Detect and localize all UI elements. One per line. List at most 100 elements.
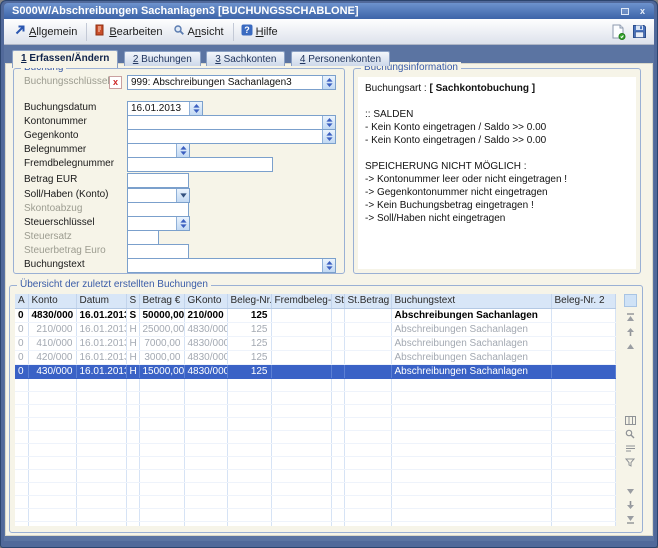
cell-datum (76, 430, 126, 443)
grid-view-icon[interactable] (624, 414, 637, 426)
scroll-bottom-icon[interactable] (624, 513, 637, 525)
column-header-stbetrag[interactable]: St.Betrag € (344, 294, 391, 308)
column-header-s[interactable]: S (126, 294, 139, 308)
betrag-input[interactable] (127, 173, 189, 188)
column-header-beleg2[interactable]: Beleg-Nr. 2 (551, 294, 616, 308)
menu-allgemein[interactable]: Allgemein (10, 22, 83, 41)
tab-personenkonten[interactable]: 4 Personenkonten (291, 51, 390, 66)
search-icon[interactable] (624, 428, 637, 440)
spinner-icon[interactable] (322, 259, 335, 272)
spinner-icon[interactable] (322, 130, 335, 143)
gegenkonto-combobox[interactable] (127, 129, 336, 144)
cell-a (15, 443, 28, 456)
cell-beleg2 (551, 508, 616, 521)
table-row[interactable] (15, 417, 616, 430)
buchungsdatum-input[interactable]: 16.01.2013 (127, 101, 203, 116)
belegnummer-input[interactable] (127, 143, 190, 158)
row-up-icon[interactable] (624, 340, 637, 352)
skontoabzug-input[interactable] (127, 202, 189, 217)
bookings-table-body: 04830/00016.01.2013S50000,00210/000125Ab… (15, 308, 616, 526)
column-header-betrag[interactable]: Betrag € (139, 294, 184, 308)
spinner-icon[interactable] (176, 217, 189, 230)
spinner-icon[interactable] (176, 144, 189, 157)
table-row[interactable] (15, 482, 616, 495)
steuerschluessel-input[interactable] (127, 216, 190, 231)
table-row[interactable] (15, 456, 616, 469)
cell-fremdbeleg (271, 508, 331, 521)
column-header-konto[interactable]: Konto (28, 294, 76, 308)
table-row[interactable] (15, 469, 616, 482)
clear-button[interactable]: x (109, 76, 122, 89)
scroll-up-icon[interactable] (624, 326, 637, 338)
cell-s: S (126, 308, 139, 322)
cell-s: H (126, 350, 139, 364)
scroll-down-icon[interactable] (624, 499, 637, 511)
table-row[interactable]: 0430/00016.01.2013H15000,004830/000125Ab… (15, 364, 616, 378)
table-row[interactable]: 04830/00016.01.2013S50000,00210/000125Ab… (15, 308, 616, 322)
column-header-a[interactable]: A (15, 294, 28, 308)
table-row[interactable] (15, 508, 616, 521)
cell-stbetrag (344, 469, 391, 482)
spinner-icon[interactable] (322, 76, 335, 89)
kontonummer-combobox[interactable] (127, 115, 336, 130)
table-row[interactable]: 0410/00016.01.2013H7000,004830/000125Abs… (15, 336, 616, 350)
cell-beleg2 (551, 417, 616, 430)
menu-bearbeiten[interactable]: Bearbeiten (90, 22, 168, 41)
column-header-beleg[interactable]: Beleg-Nr. (227, 294, 271, 308)
cell-datum (76, 456, 126, 469)
cell-konto (28, 443, 76, 456)
menu-hilfe[interactable]: ? Hilfe (237, 22, 284, 41)
column-header-st[interactable]: St (331, 294, 344, 308)
tab-buchungen[interactable]: 2 Buchungen (124, 51, 201, 66)
buchungstext-combobox[interactable] (127, 258, 336, 273)
cell-datum (76, 482, 126, 495)
cell-a (15, 521, 28, 526)
steuersatz-input[interactable] (127, 230, 159, 245)
cell-fremdbeleg (271, 350, 331, 364)
cell-st (331, 391, 344, 404)
table-row[interactable] (15, 378, 616, 391)
column-header-fremdbeleg[interactable]: Fremdbeleg-Nr. (271, 294, 331, 308)
table-row[interactable] (15, 521, 616, 526)
table-row[interactable] (15, 404, 616, 417)
buchungsart-value: [ Sachkontobuchung ] (430, 83, 536, 94)
column-header-datum[interactable]: Datum (76, 294, 126, 308)
tab-sachkonten[interactable]: 3 Sachkonten (206, 51, 285, 66)
column-header-text[interactable]: Buchungstext (391, 294, 551, 308)
new-document-button[interactable] (610, 23, 627, 40)
chevron-down-icon[interactable] (176, 189, 189, 202)
filter-icon[interactable] (624, 456, 637, 468)
buchungsart-label: Buchungsart : (365, 83, 427, 94)
tab-erfassen-aendern[interactable]: 1 Erfassen/Ändern (12, 50, 118, 68)
restore-button[interactable] (617, 5, 632, 17)
spinner-icon[interactable] (189, 102, 202, 115)
save-button[interactable] (631, 23, 648, 40)
buchungsschluessel-combobox[interactable]: 999: Abschreibungen Sachanlagen3 (127, 75, 336, 90)
close-button[interactable]: x (635, 5, 650, 17)
menu-ansicht[interactable]: Ansicht (169, 22, 230, 41)
info-lines: :: SALDEN- Kein Konto eingetragen / Sald… (365, 108, 629, 225)
cell-a (15, 378, 28, 391)
row-down-icon[interactable] (624, 485, 637, 497)
sollhaben-dropdown[interactable] (127, 188, 190, 203)
steuerbetrag-input[interactable] (127, 244, 189, 259)
cell-stbetrag (344, 482, 391, 495)
table-row[interactable] (15, 443, 616, 456)
bookings-table-head: AKontoDatumSBetrag €GKontoBeleg-Nr.Fremd… (15, 294, 616, 308)
scroll-top-icon[interactable] (624, 312, 637, 324)
table-row[interactable] (15, 495, 616, 508)
info-line: - Kein Konto eingetragen / Saldo >> 0.00 (365, 134, 629, 147)
cell-beleg: 125 (227, 364, 271, 378)
nav-strip-header (624, 294, 637, 307)
cell-betrag: 7000,00 (139, 336, 184, 350)
table-row[interactable] (15, 391, 616, 404)
table-row[interactable] (15, 430, 616, 443)
spinner-icon[interactable] (322, 116, 335, 129)
table-row[interactable]: 0210/00016.01.2013H25000,004830/000125Ab… (15, 322, 616, 336)
table-row[interactable]: 0420/00016.01.2013H3000,004830/000125Abs… (15, 350, 616, 364)
field-label: Steuerbetrag Euro (24, 245, 106, 256)
cell-betrag: 25000,00 (139, 322, 184, 336)
row-count-icon[interactable] (624, 442, 637, 454)
fremdbelegnummer-input[interactable] (127, 157, 273, 172)
column-header-gkonto[interactable]: GKonto (184, 294, 227, 308)
